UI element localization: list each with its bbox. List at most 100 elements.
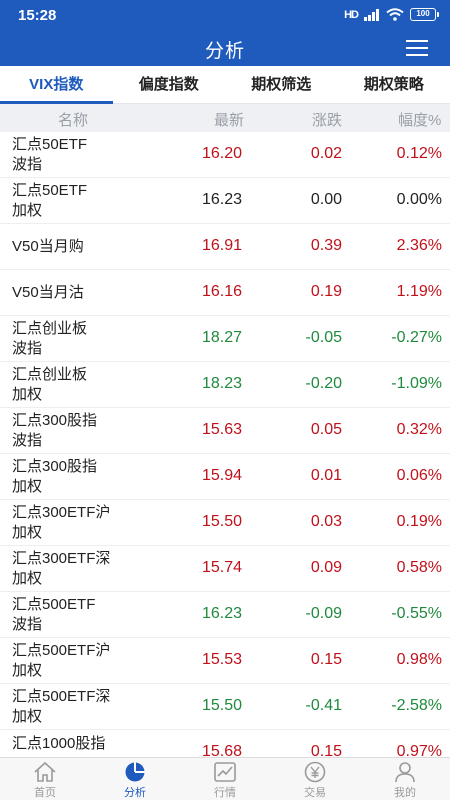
change-value: 0.39 [310, 237, 342, 254]
last-value: 16.20 [201, 145, 242, 162]
index-name-line2: 加权 [12, 478, 43, 495]
table-row[interactable]: 汇点1000股指 15.68 0.15 0.97% [0, 730, 450, 757]
index-name-line1: 汇点500ETF [12, 596, 96, 613]
table-row[interactable]: 汇点300ETF沪 加权 15.50 0.03 0.19% [0, 500, 450, 546]
index-table: 汇点50ETF 波指 16.20 0.02 0.12% 汇点50ETF 加权 16.… [0, 132, 450, 757]
last-value: 16.91 [201, 237, 242, 254]
table-row[interactable]: V50当月沽 16.16 0.19 1.19% [0, 270, 450, 316]
pct-value: -0.55% [391, 605, 442, 622]
nav-mine-label: 我的 [394, 787, 416, 799]
tab-bar: VIX指数 偏度指数 期权筛选 期权策略 [0, 66, 450, 104]
tab-vix-index[interactable]: VIX指数 [0, 66, 113, 104]
home-icon [34, 761, 56, 782]
index-name-line2: 波指 [12, 432, 43, 449]
index-name-line2: 波指 [12, 340, 43, 357]
index-name-line2: 波指 [12, 156, 43, 173]
last-value: 15.68 [201, 743, 242, 757]
index-name-line1: 汇点500ETF沪 [12, 642, 111, 659]
battery-icon: 100 [410, 8, 439, 21]
pct-value: 0.97% [396, 743, 442, 757]
index-name-line1: V50当月沽 [12, 284, 84, 301]
change-value: -0.20 [305, 375, 342, 392]
title-bar: 分析 [0, 30, 450, 66]
index-name: 汇点50ETF 波指 [12, 134, 147, 176]
last-value: 16.23 [201, 605, 242, 622]
nav-mine[interactable]: 我的 [360, 758, 450, 800]
last-value: 15.63 [201, 421, 242, 438]
change-value: 0.09 [310, 559, 342, 576]
menu-icon-line [406, 54, 428, 56]
change-value: 0.00 [310, 191, 342, 208]
table-row[interactable]: 汇点500ETF 波指 16.23 -0.09 -0.55% [0, 592, 450, 638]
last-value: 15.50 [201, 697, 242, 714]
table-row[interactable]: 汇点创业板 波指 18.27 -0.05 -0.27% [0, 316, 450, 362]
status-time: 15:28 [18, 7, 57, 24]
index-name: 汇点500ETF深 加权 [12, 686, 147, 728]
bottom-nav: 首页 分析 行情 交易 我的 [0, 757, 450, 800]
column-header-change[interactable]: 涨跌 [312, 109, 342, 130]
change-value: -0.05 [305, 329, 342, 346]
index-name: V50当月沽 [12, 272, 147, 314]
change-value: 0.19 [310, 283, 342, 300]
table-row[interactable]: 汇点创业板 加权 18.23 -0.20 -1.09% [0, 362, 450, 408]
pct-value: 0.00% [396, 191, 442, 208]
index-name-line2: 加权 [12, 524, 43, 541]
table-row[interactable]: 汇点50ETF 加权 16.23 0.00 0.00% [0, 178, 450, 224]
column-header-last[interactable]: 最新 [214, 109, 244, 130]
tab-option-strategy[interactable]: 期权策略 [338, 66, 450, 103]
last-value: 16.16 [201, 283, 242, 300]
table-row[interactable]: 汇点500ETF沪 加权 15.53 0.15 0.98% [0, 638, 450, 684]
nav-market-label: 行情 [214, 787, 236, 799]
wifi-icon [386, 8, 404, 21]
index-name-line2: 加权 [12, 202, 43, 219]
change-value: 0.02 [310, 145, 342, 162]
table-header: 名称 最新 涨跌 幅度% [0, 104, 450, 132]
table-row[interactable]: 汇点500ETF深 加权 15.50 -0.41 -2.58% [0, 684, 450, 730]
index-name: 汇点300股指 加权 [12, 456, 147, 498]
index-name-line1: 汇点300股指 [12, 458, 98, 475]
last-value: 15.74 [201, 559, 242, 576]
index-name: 汇点300股指 波指 [12, 410, 147, 452]
table-row[interactable]: 汇点300股指 加权 15.94 0.01 0.06% [0, 454, 450, 500]
yen-icon [304, 761, 326, 783]
table-row[interactable]: V50当月购 16.91 0.39 2.36% [0, 224, 450, 270]
last-value: 16.23 [201, 191, 242, 208]
table-row[interactable]: 汇点50ETF 波指 16.20 0.02 0.12% [0, 132, 450, 178]
tab-skew-index[interactable]: 偏度指数 [113, 66, 226, 103]
change-value: -0.09 [305, 605, 342, 622]
index-name-line2: 波指 [12, 616, 43, 633]
index-name-line1: 汇点300ETF沪 [12, 504, 111, 521]
index-name: 汇点300ETF沪 加权 [12, 502, 147, 544]
nav-trade[interactable]: 交易 [270, 758, 360, 800]
last-value: 15.94 [201, 467, 242, 484]
pct-value: -1.09% [391, 375, 442, 392]
nav-analysis-label: 分析 [124, 787, 146, 799]
menu-icon-line [406, 47, 428, 49]
pct-value: -2.58% [391, 697, 442, 714]
column-header-name[interactable]: 名称 [58, 109, 88, 130]
column-header-pct[interactable]: 幅度% [398, 109, 441, 130]
pct-value: 0.98% [396, 651, 442, 668]
last-value: 15.53 [201, 651, 242, 668]
nav-home[interactable]: 首页 [0, 758, 90, 800]
status-bar: 15:28 HD 100 [0, 0, 450, 30]
last-value: 18.27 [201, 329, 242, 346]
nav-market[interactable]: 行情 [180, 758, 270, 800]
tab-option-filter[interactable]: 期权筛选 [225, 66, 338, 103]
index-name: V50当月购 [12, 226, 147, 268]
signal-icon: HD [344, 8, 359, 21]
nav-trade-label: 交易 [304, 787, 326, 799]
analysis-screen: 15:28 HD 100 分析 VIX指数 偏度指数 期权筛选 期权策略 名称 … [0, 0, 450, 800]
index-name: 汇点创业板 波指 [12, 318, 147, 360]
menu-button[interactable] [406, 39, 428, 57]
nav-analysis[interactable]: 分析 [90, 758, 180, 800]
table-row[interactable]: 汇点300ETF深 加权 15.74 0.09 0.58% [0, 546, 450, 592]
pct-value: -0.27% [391, 329, 442, 346]
battery-level: 100 [416, 9, 430, 18]
index-name-line1: V50当月购 [12, 238, 84, 255]
table-row[interactable]: 汇点300股指 波指 15.63 0.05 0.32% [0, 408, 450, 454]
pie-chart-icon [125, 762, 145, 782]
index-name-line2: 加权 [12, 662, 43, 679]
change-value: 0.01 [310, 467, 342, 484]
change-value: 0.15 [310, 651, 342, 668]
